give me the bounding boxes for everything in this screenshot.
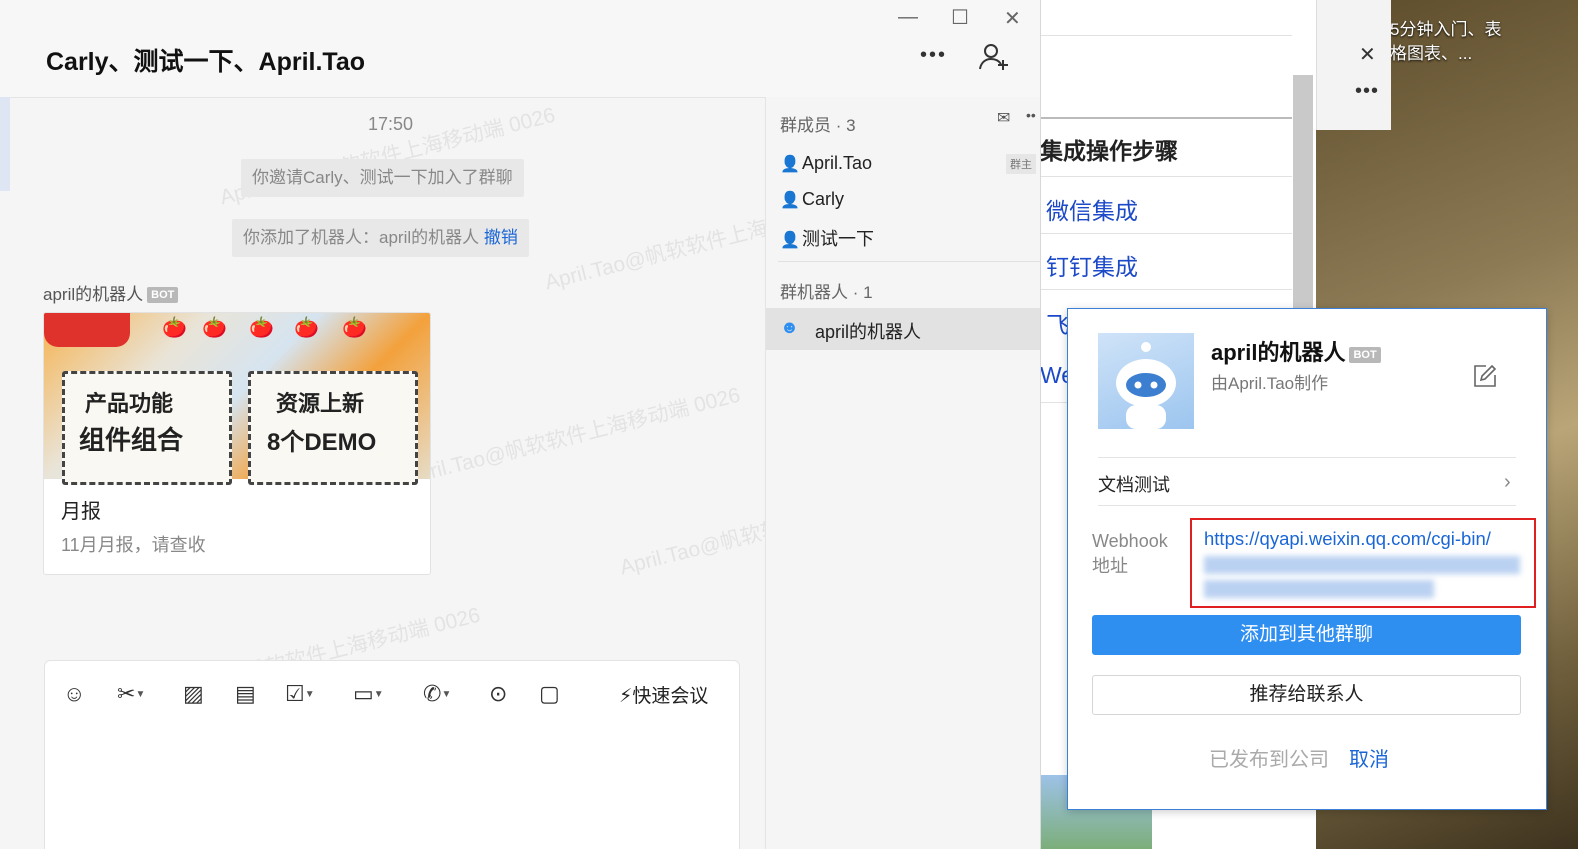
divider	[1040, 176, 1292, 177]
background-window: ✕ •••	[1316, 0, 1391, 130]
bot-maker: 由April.Tao制作	[1211, 374, 1329, 393]
owner-tag: 群主	[1006, 154, 1036, 174]
redacted-text	[1204, 580, 1434, 598]
divider	[1040, 117, 1292, 119]
member-item[interactable]: 👤 测试一下	[780, 225, 874, 251]
webhook-box: https://qyapi.weixin.qq.com/cgi-bin/	[1190, 518, 1536, 608]
lightning-icon: ⚡	[619, 686, 633, 707]
sidebar-indicator	[0, 97, 10, 191]
add-member-icon[interactable]	[978, 42, 1010, 77]
member-name: April.Tao	[802, 153, 873, 173]
card-title: 月报	[61, 501, 101, 523]
divider	[778, 261, 1040, 262]
docs-link-wechat[interactable]: 微信集成	[1046, 192, 1138, 226]
cancel-publish-link[interactable]: 取消	[1349, 743, 1389, 772]
watermark: April.Tao@帆软软件上海移动端 0026	[402, 383, 743, 490]
member-name: 测试一下	[802, 229, 874, 249]
more-icon[interactable]: ••	[1026, 107, 1036, 123]
bot-badge: BOT	[147, 287, 179, 303]
message-time: 17:50	[368, 114, 414, 134]
chevron-right-icon[interactable]: ›	[1504, 471, 1511, 494]
emoji-icon[interactable]: ☺	[63, 681, 85, 707]
more-apps-icon[interactable]: ⊙	[489, 681, 507, 707]
docs-heading: 集成操作步骤	[1040, 138, 1178, 164]
tomato-icon: 🍅	[202, 317, 227, 339]
edit-icon[interactable]	[1472, 363, 1498, 394]
divider	[1098, 457, 1516, 458]
chat-title: Carly、测试一下、April.Tao	[46, 48, 366, 76]
bot-badge: BOT	[1349, 347, 1381, 363]
robot-icon: ☻	[780, 317, 799, 337]
published-status: 已发布到公司	[1209, 749, 1329, 771]
card-image-text: 资源上新	[276, 391, 365, 416]
close-icon[interactable]: ✕	[1359, 42, 1376, 67]
maximize-icon[interactable]: ☐	[951, 5, 969, 30]
sender-name: april的机器人	[43, 285, 144, 304]
tomato-icon: 🍅	[342, 317, 367, 339]
tomato-icon: 🍅	[162, 317, 187, 339]
bots-header: 群机器人 · 1	[780, 283, 873, 302]
scissors-icon[interactable]: ✂▼	[117, 681, 145, 707]
system-message-text: 你添加了机器人：april的机器人	[243, 228, 480, 247]
divider	[1040, 233, 1292, 234]
system-message: 你邀请Carly、测试一下加入了群聊	[241, 159, 524, 197]
member-item[interactable]: 👤 Carly	[780, 189, 844, 210]
divider	[1098, 505, 1516, 506]
card-subtitle: 11月月报，请查收	[61, 535, 206, 555]
card-image-text: 产品功能	[85, 391, 174, 416]
doc-test-row[interactable]: 文档测试	[1098, 471, 1170, 497]
member-item[interactable]: 👤 April.Tao	[780, 153, 872, 174]
more-icon[interactable]: •••	[1355, 80, 1379, 103]
message-record-icon[interactable]: ▢	[539, 681, 560, 707]
bot-item[interactable]: ☻ april的机器人	[766, 308, 1040, 350]
document-icon[interactable]: ▤	[235, 681, 256, 707]
mail-icon[interactable]: ✉	[997, 108, 1010, 128]
message-input[interactable]: ☺ ✂▼ ▨ ▤ ☑▼ ▭▼ ✆▼ ⊙ ▢ ⚡快速会议	[44, 660, 740, 849]
folder-icon[interactable]: ▭▼	[353, 681, 384, 707]
undo-link[interactable]: 撤销	[484, 228, 518, 247]
add-to-group-button[interactable]: 添加到其他群聊	[1092, 615, 1521, 655]
tomato-icon: 🍅	[249, 317, 274, 339]
members-header: 群成员 · 3	[780, 116, 856, 135]
member-panel: 群成员 · 3 ✉ •• 👤 April.Tao 群主 👤 Carly 👤 测试一下 …	[765, 97, 1040, 849]
chat-header: Carly、测试一下、April.Tao — ☐ ✕ •••	[0, 0, 1040, 98]
bot-name: april的机器人	[815, 322, 922, 342]
quick-meeting-label: 快速会议	[632, 686, 709, 707]
bot-name-text: april的机器人	[1211, 340, 1346, 365]
image-icon[interactable]: ▨	[183, 681, 204, 707]
chat-window: Carly、测试一下、April.Tao — ☐ ✕ ••• April.Tao…	[0, 0, 1041, 849]
bot-name: april的机器人 BOT	[1211, 335, 1381, 367]
card-image-text: 8个DEMO	[267, 429, 377, 456]
news-card[interactable]: 🍅 🍅 🍅 🍅 🍅 产品功能 组件组合 资源上新 8个DEMO 月报 11月月报…	[43, 312, 431, 575]
task-icon[interactable]: ☑▼	[285, 681, 315, 707]
quick-meeting-button[interactable]: ⚡快速会议	[619, 681, 708, 708]
card-paper-right: 资源上新 8个DEMO	[248, 371, 418, 485]
minimize-icon[interactable]: —	[898, 6, 918, 29]
divider	[1040, 289, 1292, 290]
user-icon: 👤	[780, 192, 800, 209]
desktop-icon-label[interactable]: 5分钟入门、表格图表、...	[1390, 18, 1510, 66]
recommend-button[interactable]: 推荐给联系人	[1092, 675, 1521, 715]
member-name: Carly	[802, 189, 845, 209]
phone-icon[interactable]: ✆▼	[423, 681, 451, 707]
card-paper-left: 产品功能 组件组合	[62, 371, 232, 485]
docs-link-feishu[interactable]: 飞	[1046, 306, 1069, 340]
redacted-text	[1204, 556, 1520, 574]
webhook-label: Webhook 地址	[1092, 531, 1168, 576]
system-message: 你添加了机器人：april的机器人 撤销	[232, 219, 529, 257]
more-icon[interactable]: •••	[920, 44, 947, 67]
user-icon: 👤	[780, 232, 800, 249]
bot-profile-popup: april的机器人 BOT 由April.Tao制作 文档测试 › Webhook…	[1067, 308, 1547, 810]
card-image: 🍅 🍅 🍅 🍅 🍅 产品功能 组件组合 资源上新 8个DEMO	[44, 313, 430, 485]
bot-avatar	[1098, 333, 1194, 429]
close-icon[interactable]: ✕	[1004, 6, 1021, 31]
divider	[1040, 35, 1292, 36]
user-icon: 👤	[780, 156, 800, 173]
card-image-text: 组件组合	[79, 425, 184, 455]
card-ribbon	[44, 313, 130, 347]
message-sender: april的机器人 BOT	[43, 280, 179, 305]
docs-link-dingtalk[interactable]: 钉钉集成	[1046, 248, 1138, 282]
webhook-url[interactable]: https://qyapi.weixin.qq.com/cgi-bin/	[1204, 528, 1491, 550]
tomato-icon: 🍅	[294, 317, 319, 339]
